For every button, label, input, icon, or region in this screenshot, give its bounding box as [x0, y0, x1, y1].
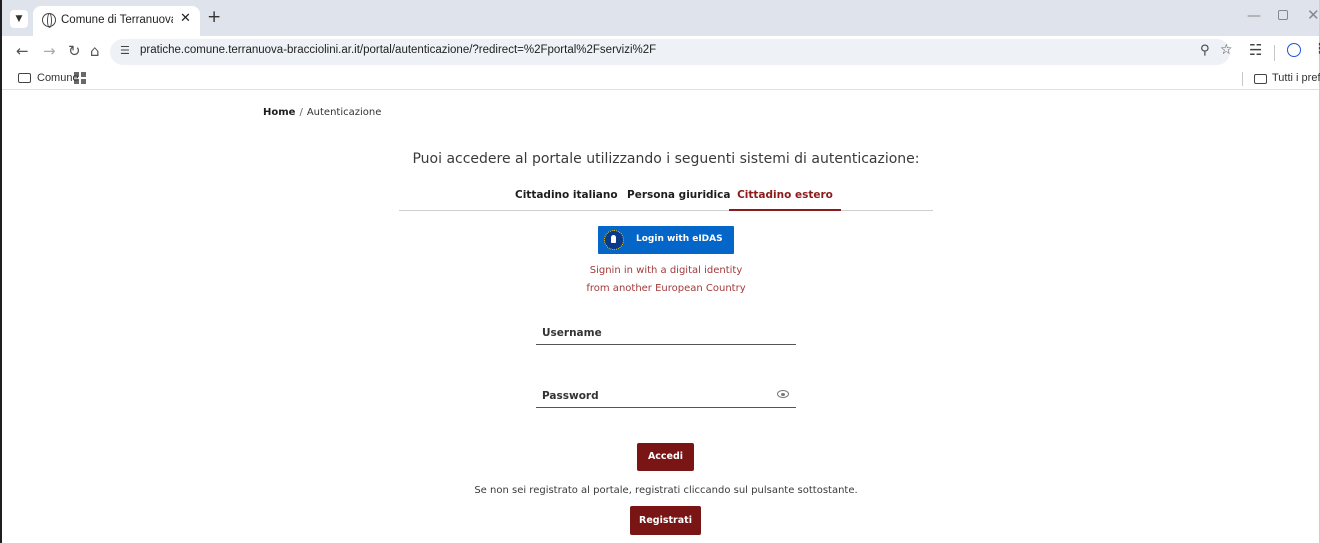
tab-persona-giuridica[interactable]: Persona giuridica	[627, 188, 730, 211]
tab-cittadino-italiano[interactable]: Cittadino italiano	[515, 188, 618, 211]
register-note: Se non sei registrato al portale, regist…	[474, 485, 858, 496]
breadcrumb-separator: /	[299, 107, 303, 118]
window-close-icon[interactable]: ✕	[1307, 6, 1320, 24]
all-bookmarks-link[interactable]: Tutti i preferiti	[1272, 72, 1320, 84]
bookmark-star-icon[interactable]: ☆	[1220, 42, 1233, 58]
url-text[interactable]: pratiche.comune.terranuova-bracciolini.a…	[140, 44, 656, 56]
registrati-button[interactable]: Registrati	[630, 506, 701, 535]
zoom-icon[interactable]: ⚲	[1200, 43, 1210, 58]
back-arrow-icon[interactable]: ←	[16, 42, 29, 60]
reload-icon[interactable]: ↻	[68, 42, 81, 60]
browser-tab[interactable]: Comune di Terranuova Bracciolini ✕	[33, 6, 200, 36]
eu-flag-icon	[604, 230, 624, 250]
show-password-eye-icon[interactable]	[777, 390, 789, 398]
page-heading: Puoi accedere al portale utilizzando i s…	[412, 151, 920, 167]
browser-toolbar: ← → ↻ ⌂ ☰ pratiche.comune.terranuova-bra…	[2, 36, 1320, 68]
more-menu-icon[interactable]: ⋮	[1313, 41, 1320, 57]
maximize-icon[interactable]	[1278, 10, 1288, 20]
extensions-icon[interactable]: ☵	[1249, 41, 1262, 59]
apps-grid-icon[interactable]	[74, 72, 86, 84]
toolbar-divider	[1274, 45, 1275, 61]
tab-search-icon[interactable]: ▼	[10, 10, 28, 28]
tab-strip: ▼ Comune di Terranuova Bracciolini ✕ + —…	[2, 0, 1320, 36]
breadcrumb-current: Autenticazione	[306, 107, 382, 118]
username-input[interactable]	[542, 323, 762, 343]
auth-tabs: Cittadino italiano Persona giuridica Cit…	[399, 188, 933, 211]
eidas-note-line1: Signin in with a digital identity	[589, 265, 743, 276]
eidas-button-label: Login with eIDAS	[636, 234, 723, 244]
password-field	[536, 386, 796, 408]
new-tab-icon[interactable]: +	[207, 7, 221, 27]
bookmarks-divider	[1242, 72, 1243, 86]
close-tab-icon[interactable]: ✕	[180, 11, 191, 26]
breadcrumb-home-link[interactable]: Home	[263, 107, 295, 118]
globe-icon	[42, 13, 56, 28]
home-icon[interactable]: ⌂	[90, 42, 100, 60]
breadcrumb: Home / Autenticazione	[263, 107, 381, 118]
address-bar[interactable]: ☰ pratiche.comune.terranuova-bracciolini…	[110, 39, 1233, 65]
eidas-login-button[interactable]: Login with eIDAS	[598, 226, 734, 254]
accedi-button[interactable]: Accedi	[637, 443, 694, 471]
tab-title: Comune di Terranuova Bracciolini	[61, 14, 173, 26]
password-input[interactable]	[542, 386, 762, 406]
username-field	[536, 323, 796, 345]
profile-icon[interactable]	[1287, 43, 1301, 57]
minimize-icon[interactable]: —	[1247, 8, 1261, 24]
browser-window: ▼ Comune di Terranuova Bracciolini ✕ + —…	[0, 0, 1320, 543]
folder-icon[interactable]	[18, 73, 31, 83]
tab-cittadino-estero[interactable]: Cittadino estero	[729, 188, 841, 211]
forward-arrow-icon[interactable]: →	[43, 42, 56, 60]
site-info-icon[interactable]: ☰	[120, 44, 130, 57]
folder-icon[interactable]	[1254, 74, 1267, 84]
bookmark-folder-comune[interactable]: Comune	[37, 72, 79, 84]
eidas-note-line2: from another European Country	[586, 283, 746, 294]
eidas-description: Signin in with a digital identity from a…	[566, 262, 766, 298]
bookmarks-bar: Comune Tutti i preferiti	[2, 68, 1320, 90]
